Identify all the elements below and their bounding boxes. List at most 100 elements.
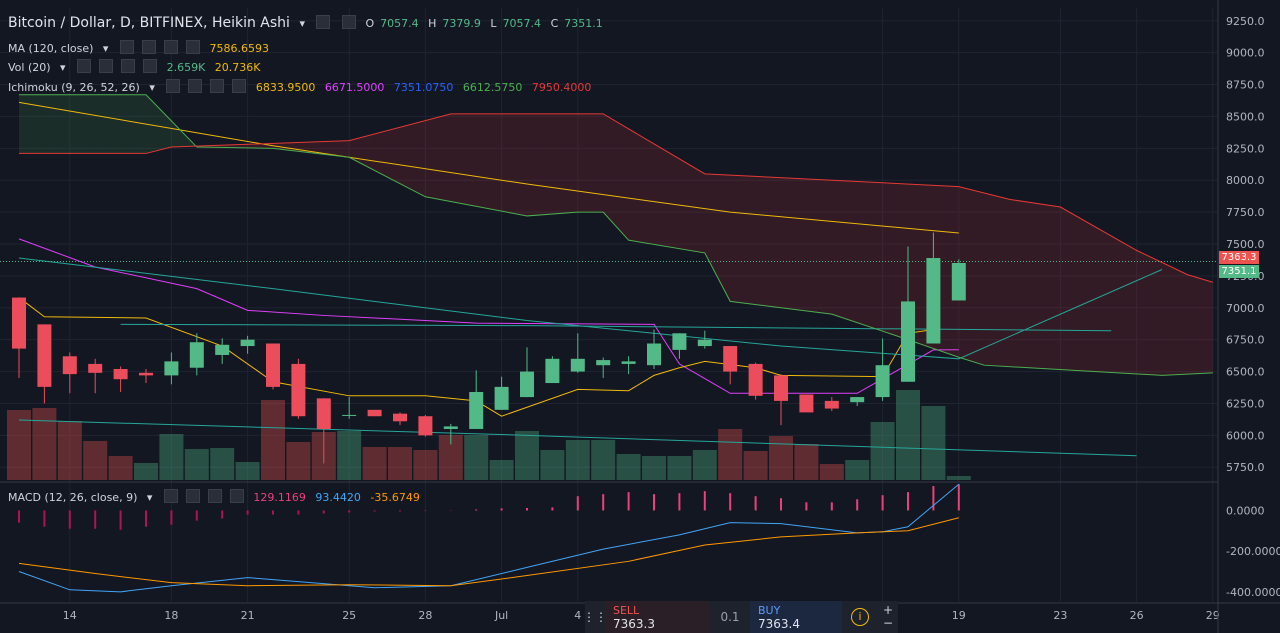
sell-button[interactable]: SELL 7363.3: [605, 601, 710, 633]
eye-icon[interactable]: [163, 489, 178, 503]
ichimoku-cloud: [577, 113, 591, 213]
symbol-title[interactable]: Bitcoin / Dollar, D, BITFINEX, Heikin As…: [8, 15, 290, 31]
plus-icon[interactable]: [210, 79, 225, 93]
candle-body: [774, 375, 788, 401]
drag-handle-icon[interactable]: ⋮⋮: [583, 601, 607, 633]
chart-canvas[interactable]: 9250.0 9000.0 8750.0 8500.0 8250.0 8000.0 7750…: [0, 0, 1280, 633]
chevron-down-icon[interactable]: ▾: [149, 81, 155, 94]
plus-icon[interactable]: [163, 40, 178, 54]
chevron-down-icon[interactable]: ▾: [103, 42, 109, 55]
chevron-down-icon[interactable]: ▾: [60, 61, 66, 74]
ichimoku-cloud: [450, 113, 464, 204]
gear-icon[interactable]: [185, 489, 200, 503]
close-icon[interactable]: [229, 489, 244, 503]
gear-icon[interactable]: [188, 79, 203, 93]
volume-bar: [540, 450, 565, 480]
volume-bar: [743, 451, 768, 480]
volume-bar: [845, 460, 870, 480]
ichimoku-label[interactable]: Ichimoku (9, 26, 52, 26): [8, 81, 140, 94]
candle-body: [748, 363, 763, 396]
ichimoku-cloud: [882, 182, 896, 336]
ichimoku-cloud: [31, 94, 45, 154]
ohlc-close-label: C: [550, 17, 559, 30]
candle-body: [850, 397, 865, 403]
ichimoku-legend[interactable]: Ichimoku (9, 26, 52, 26) ▾ 6833.9500 667…: [8, 79, 597, 94]
ichimoku-cloud: [82, 94, 96, 154]
ma-legend[interactable]: MA (120, close) ▾ 7586.6593: [8, 40, 275, 55]
vol-legend[interactable]: Vol (20) ▾ 2.659K 20.736K: [8, 59, 267, 74]
info-button[interactable]: i: [842, 601, 878, 633]
time-tick-label: 4: [574, 609, 581, 622]
ichimoku-cloud: [730, 175, 743, 303]
eye-icon[interactable]: [166, 79, 181, 93]
vol-value-2: 20.736K: [214, 61, 261, 74]
close-icon[interactable]: [232, 79, 247, 93]
candle-body: [12, 297, 26, 349]
gear-icon[interactable]: [99, 59, 114, 73]
chevron-down-icon[interactable]: ▾: [147, 491, 153, 504]
plus-icon[interactable]: [207, 489, 222, 503]
ichimoku-value-2: 6671.5000: [324, 81, 385, 94]
gear-icon[interactable]: [141, 40, 156, 54]
eye-icon[interactable]: [77, 59, 92, 73]
macd-tick-label: -400.0000: [1226, 586, 1280, 599]
ichimoku-cloud: [107, 94, 121, 154]
ichimoku-cloud: [819, 179, 832, 315]
ichimoku-cloud: [1009, 199, 1023, 368]
vol-label[interactable]: Vol (20): [8, 61, 51, 74]
volume-bar: [616, 454, 641, 480]
volume-bar: [108, 456, 133, 480]
volume-bar: [769, 436, 793, 480]
ichimoku-cloud: [463, 113, 477, 207]
volume-bar: [870, 422, 895, 480]
gear-icon[interactable]: [341, 15, 356, 29]
zoom-controls: + −: [878, 601, 898, 633]
ichimoku-cloud: [857, 181, 870, 327]
settings-icon[interactable]: [316, 15, 331, 29]
buy-button[interactable]: BUY 7363.4: [750, 601, 842, 633]
price-tick-label: 8250.0: [1226, 142, 1265, 155]
volume-bar: [489, 460, 514, 480]
price-tick-label: 8500.0: [1226, 110, 1265, 123]
ohlc-high-value: 7379.9: [442, 17, 481, 30]
volume-bar: [464, 435, 489, 480]
ichimoku-cloud: [971, 189, 985, 366]
ichimoku-cloud: [679, 158, 693, 251]
volume-bar: [83, 441, 108, 480]
symbol-legend[interactable]: Bitcoin / Dollar, D, BITFINEX, Heikin As…: [8, 15, 609, 31]
ichimoku-cloud: [438, 113, 451, 202]
macd-value-2: 93.4420: [315, 491, 361, 504]
price-tick-label: 6750.0: [1226, 334, 1265, 347]
volume-bar: [692, 450, 717, 480]
ichimoku-cloud: [349, 137, 362, 164]
ichimoku-value-4: 6612.5750: [462, 81, 523, 94]
trading-chart[interactable]: 9250.0 9000.0 8750.0 8500.0 8250.0 8000.0 7750…: [0, 0, 1280, 633]
zoom-out-icon[interactable]: −: [883, 617, 893, 630]
candle-body: [443, 426, 458, 429]
price-tick-label: 8000.0: [1226, 174, 1265, 187]
close-icon[interactable]: [185, 40, 200, 54]
ohlc-open-label: O: [365, 17, 375, 30]
ichimoku-cloud: [844, 180, 858, 323]
candle-body: [621, 361, 636, 364]
ichimoku-cloud: [590, 113, 604, 213]
volume-bar: [565, 440, 590, 480]
volume-bar: [337, 431, 362, 480]
candle-body: [799, 394, 814, 413]
candle-body: [393, 413, 407, 422]
volume-bar: [388, 447, 412, 480]
candle-body: [951, 262, 966, 301]
volume-bar: [667, 456, 692, 480]
time-tick-label: 18: [164, 609, 178, 622]
eye-icon[interactable]: [119, 40, 134, 54]
plus-icon[interactable]: [121, 59, 136, 73]
time-tick-label: 25: [342, 609, 356, 622]
ichimoku-cloud: [641, 136, 654, 245]
ichimoku-cloud: [628, 128, 642, 243]
macd-legend[interactable]: MACD (12, 26, close, 9) ▾ 129.1169 93.44…: [8, 489, 426, 504]
chevron-down-icon[interactable]: ▾: [299, 17, 305, 30]
ma-label[interactable]: MA (120, close): [8, 42, 93, 55]
time-tick-label: 21: [241, 609, 255, 622]
macd-label[interactable]: MACD (12, 26, close, 9): [8, 491, 137, 504]
close-icon[interactable]: [143, 59, 158, 73]
